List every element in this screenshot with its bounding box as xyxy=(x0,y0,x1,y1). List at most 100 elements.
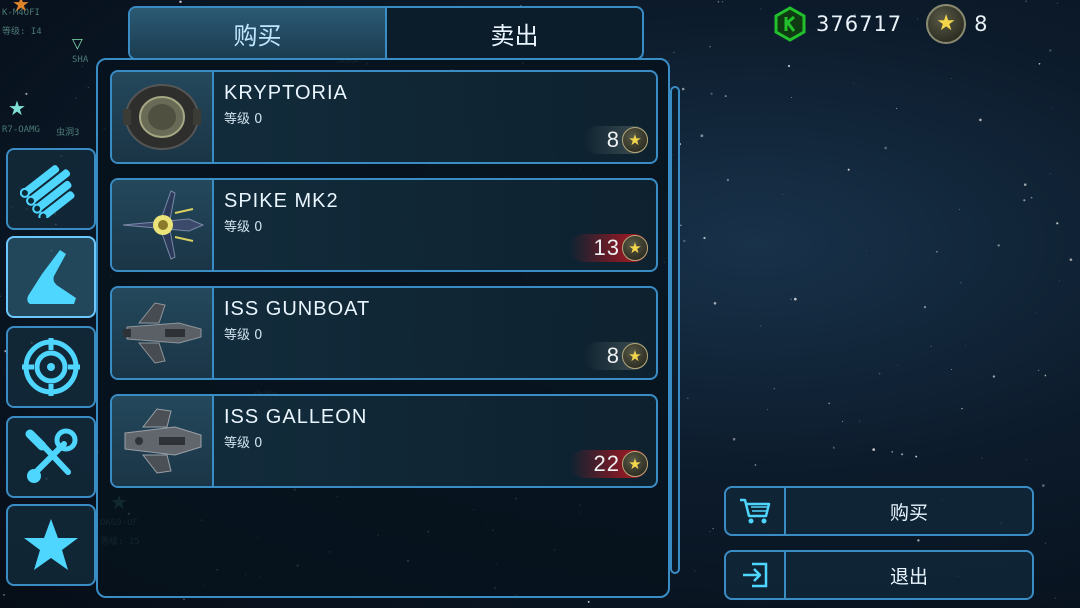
star-dot xyxy=(673,51,675,54)
star-dot xyxy=(1038,62,1041,65)
star-dot xyxy=(950,78,952,80)
star-dot xyxy=(901,453,904,456)
missiles-icon xyxy=(20,165,75,218)
currency-bar: 376717 ★ 8 xyxy=(772,4,989,44)
star-dot xyxy=(979,118,982,122)
star-dot xyxy=(853,82,855,84)
star-dot xyxy=(179,0,182,4)
star-dot xyxy=(1023,199,1026,202)
star-dot xyxy=(841,420,844,422)
ship-row-iss-gunboat[interactable]: ISS GUNBOAT 等级 0 8 ★ xyxy=(110,286,658,380)
star-dot xyxy=(183,598,185,601)
buy-sell-tabs: 购买 卖出 xyxy=(128,6,644,60)
ship-row-spike-mk2[interactable]: SPIKE MK2 等级 0 13 ★ xyxy=(110,178,658,272)
star-dot xyxy=(1049,173,1051,175)
stars-value: 8 xyxy=(974,12,989,36)
ship-name: ISS GUNBOAT xyxy=(224,298,371,320)
star-dot xyxy=(832,446,835,449)
star-dot xyxy=(760,325,762,327)
iss-galleon-ship-icon xyxy=(124,408,202,474)
star-dot xyxy=(958,208,960,210)
star-dot xyxy=(722,1,724,3)
list-scrollbar[interactable] xyxy=(670,86,680,574)
star-dot xyxy=(687,397,689,399)
star-coin-icon: ★ xyxy=(622,343,648,369)
star-dot xyxy=(0,295,1,297)
ship-level: 等级 0 xyxy=(224,328,263,343)
star-dot xyxy=(1025,0,1027,2)
star-dot xyxy=(754,464,757,466)
star-dot xyxy=(859,420,861,422)
credits-icon xyxy=(774,6,806,42)
ship-name: KRYPTORIA xyxy=(224,82,348,104)
map-station-icon: ★ xyxy=(12,0,30,16)
ship-row-iss-galleon[interactable]: ISS GALLEON 等级 0 22 ★ xyxy=(110,394,658,488)
star-dot xyxy=(1025,459,1027,461)
star-coin-icon: ★ xyxy=(926,4,967,44)
star-dot xyxy=(75,97,77,99)
star-dot xyxy=(1069,258,1073,262)
star-dot xyxy=(936,251,938,253)
map-label: K-M4OFI xyxy=(2,8,40,18)
star-dot xyxy=(950,369,952,370)
star-dot xyxy=(760,8,762,10)
exit-icon xyxy=(743,562,768,588)
star-dot xyxy=(1056,2,1058,4)
category-missiles-button[interactable] xyxy=(6,148,96,230)
exit-button[interactable]: 退出 xyxy=(724,550,1034,600)
ship-level: 等级 0 xyxy=(224,220,263,235)
ship-row-kryptoria[interactable]: KRYPTORIA 等级 0 8 ★ xyxy=(110,70,658,164)
tab-buy[interactable]: 购买 xyxy=(130,8,385,58)
category-weapons-button[interactable] xyxy=(6,326,96,408)
map-label: 等级: I4 xyxy=(2,27,42,37)
star-dot xyxy=(1030,196,1033,199)
star-dot xyxy=(3,593,5,596)
star-dot xyxy=(915,455,918,458)
star-dot xyxy=(1041,484,1045,487)
star-dot xyxy=(76,134,78,136)
ship-level: 等级 0 xyxy=(224,112,263,127)
star-dot xyxy=(700,134,704,138)
star-dot xyxy=(965,345,967,346)
star-dot xyxy=(997,244,1000,247)
ship-thumbnail xyxy=(112,72,214,162)
map-label: SHA xyxy=(72,55,89,65)
star-icon xyxy=(24,519,78,570)
category-special-button[interactable] xyxy=(6,504,96,586)
category-ships-button[interactable] xyxy=(6,236,96,318)
map-label: 虫洞3 xyxy=(56,128,80,138)
star-dot xyxy=(681,87,685,91)
star-dot xyxy=(87,87,89,88)
star-dot xyxy=(1023,183,1027,186)
star-dot xyxy=(709,530,711,532)
star-dot xyxy=(703,236,706,240)
star-dot xyxy=(680,224,682,226)
tab-sell[interactable]: 卖出 xyxy=(385,8,642,58)
price-value: 22 xyxy=(593,451,620,476)
star-dot xyxy=(895,107,898,110)
star-dot xyxy=(706,4,708,6)
star-dot xyxy=(1045,542,1047,544)
ship-hull-icon xyxy=(27,250,76,304)
ship-name: SPIKE MK2 xyxy=(224,190,339,212)
spike-mk2-ship-icon xyxy=(122,190,205,260)
star-dot xyxy=(790,96,792,98)
category-upgrades-button[interactable] xyxy=(6,416,96,498)
ship-thumbnail xyxy=(112,396,214,486)
ship-price: 22 ★ xyxy=(569,450,648,478)
buy-button-label: 购买 xyxy=(889,501,928,524)
star-dot xyxy=(587,600,590,603)
cart-icon xyxy=(740,498,771,524)
star-dot xyxy=(712,528,714,530)
star-coin-icon: ★ xyxy=(622,235,648,261)
buy-button[interactable]: 购买 xyxy=(724,486,1034,536)
star-dot xyxy=(891,451,894,453)
star-dot xyxy=(793,297,797,301)
star-dot xyxy=(923,305,927,309)
star-dot xyxy=(1054,597,1056,599)
credits-value: 376717 xyxy=(816,12,903,36)
map-label: R7-OAMG xyxy=(2,125,40,135)
star-dot xyxy=(782,194,784,195)
star-dot xyxy=(872,448,876,451)
star-dot xyxy=(732,437,736,441)
